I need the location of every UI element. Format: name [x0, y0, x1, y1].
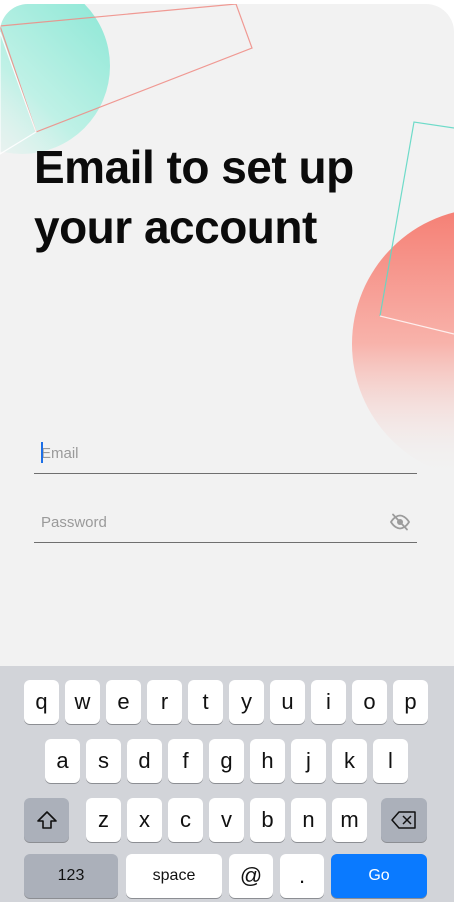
key-t[interactable]: t [188, 680, 223, 724]
text-cursor [41, 442, 43, 463]
on-screen-keyboard: qwertyuiop asdfghjkl zxcvbnm 123 space @… [0, 666, 454, 902]
key-o[interactable]: o [352, 680, 387, 724]
shift-icon [36, 811, 57, 829]
delete-key[interactable] [381, 798, 427, 842]
page-title: Email to set up your account [34, 141, 354, 253]
outline-rectangle-top [0, 4, 253, 133]
key-j[interactable]: j [291, 739, 326, 783]
key-n[interactable]: n [291, 798, 326, 842]
signup-screen: Email to set up your account qwertyuiop … [0, 4, 454, 902]
numbers-key[interactable]: 123 [24, 854, 118, 898]
key-z[interactable]: z [86, 798, 121, 842]
key-e[interactable]: e [106, 680, 141, 724]
email-field [34, 433, 417, 474]
key-a[interactable]: a [45, 739, 80, 783]
key-l[interactable]: l [373, 739, 408, 783]
period-key[interactable]: . [280, 854, 324, 898]
key-y[interactable]: y [229, 680, 264, 724]
key-c[interactable]: c [168, 798, 203, 842]
at-key[interactable]: @ [229, 854, 273, 898]
key-x[interactable]: x [127, 798, 162, 842]
key-g[interactable]: g [209, 739, 244, 783]
key-s[interactable]: s [86, 739, 121, 783]
key-p[interactable]: p [393, 680, 428, 724]
password-input[interactable] [41, 510, 371, 534]
eye-off-icon[interactable] [389, 512, 411, 532]
key-h[interactable]: h [250, 739, 285, 783]
shift-key[interactable] [24, 798, 69, 842]
teal-circle-shape [0, 4, 110, 154]
key-m[interactable]: m [332, 798, 367, 842]
email-input[interactable] [41, 441, 371, 465]
key-v[interactable]: v [209, 798, 244, 842]
go-key[interactable]: Go [331, 854, 427, 898]
key-w[interactable]: w [65, 680, 100, 724]
key-r[interactable]: r [147, 680, 182, 724]
key-u[interactable]: u [270, 680, 305, 724]
key-b[interactable]: b [250, 798, 285, 842]
outline-rectangle-left [0, 31, 37, 155]
space-key[interactable]: space [126, 854, 222, 898]
key-i[interactable]: i [311, 680, 346, 724]
outline-rectangle-right-bottom [379, 315, 454, 335]
key-f[interactable]: f [168, 739, 203, 783]
backspace-icon [391, 811, 416, 829]
password-field [34, 502, 417, 543]
key-k[interactable]: k [332, 739, 367, 783]
key-d[interactable]: d [127, 739, 162, 783]
key-q[interactable]: q [24, 680, 59, 724]
